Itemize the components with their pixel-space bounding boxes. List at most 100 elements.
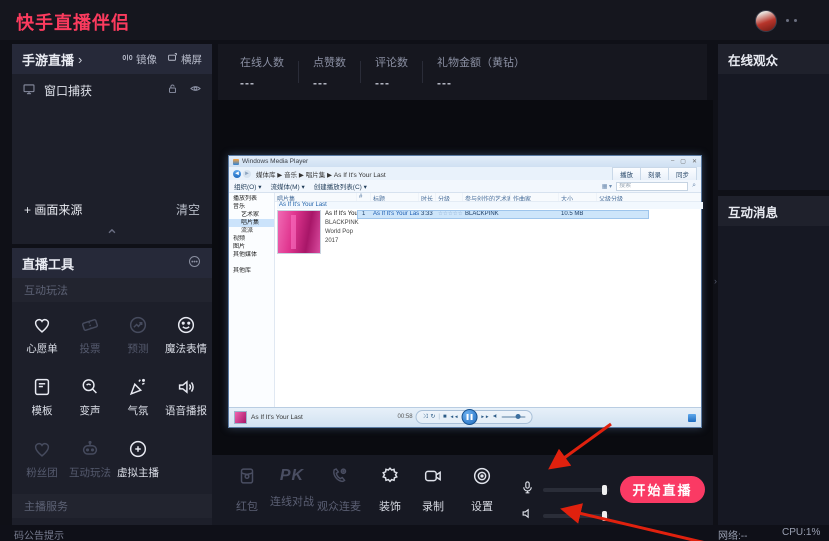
- landscape-label: 横屏: [181, 52, 202, 67]
- search-icon[interactable]: ⌕: [692, 182, 696, 190]
- nav-other-media[interactable]: 其他媒体: [229, 251, 274, 259]
- tool-wishlist[interactable]: 心愿单: [18, 314, 66, 356]
- scene-panel: 手游直播 › 镜像 横屏 窗口捕获 + 画面来源: [12, 44, 212, 244]
- tool-voice-broadcast[interactable]: 语音播报: [162, 376, 210, 418]
- source-item-window-capture[interactable]: 窗口捕获: [12, 74, 212, 106]
- wmp-volume-slider[interactable]: [501, 416, 525, 418]
- header-menu-dot[interactable]: [794, 19, 797, 22]
- nav-pictures[interactable]: 图片: [229, 243, 274, 251]
- col-size[interactable]: 大小: [559, 193, 597, 201]
- chevron-right-icon[interactable]: ›: [78, 52, 82, 67]
- tab-sync[interactable]: 同步: [669, 167, 697, 181]
- nav-other-libraries[interactable]: 其他库: [229, 267, 274, 275]
- mirror-button[interactable]: 镜像: [122, 52, 157, 67]
- album-year: 2017: [325, 238, 338, 244]
- speaker-volume-slider[interactable]: [543, 514, 609, 518]
- col-length[interactable]: 时长: [419, 193, 436, 201]
- col-title[interactable]: 标题: [371, 193, 419, 201]
- track-size: 10.5 MB: [561, 211, 583, 218]
- search-input[interactable]: [616, 182, 688, 191]
- minimize-button[interactable]: –: [671, 158, 674, 165]
- interactive-messages-panel: 互动消息: [718, 196, 829, 525]
- mute-icon[interactable]: [492, 413, 498, 421]
- organize-menu[interactable]: 组织(O) ▾: [234, 181, 261, 191]
- speaker-icon[interactable]: [520, 506, 535, 526]
- maximize-button[interactable]: ▢: [680, 158, 686, 165]
- network-status: 网络:--: [718, 527, 747, 541]
- album-art[interactable]: [277, 210, 321, 254]
- shuffle-button[interactable]: ⤨: [423, 414, 428, 420]
- previous-button[interactable]: ◄◄: [450, 415, 459, 420]
- predict-trend-icon: [127, 314, 149, 336]
- nav-music[interactable]: 音乐: [229, 203, 274, 211]
- clear-sources-button[interactable]: 清空: [176, 201, 200, 218]
- mic-volume-handle[interactable]: [602, 485, 607, 495]
- col-parental-rating[interactable]: 父级分级: [597, 193, 701, 201]
- album-artist: BLACKPINK: [325, 220, 359, 226]
- red-packet-icon: [236, 465, 258, 492]
- close-button[interactable]: ✕: [692, 158, 697, 165]
- live-tools-panel: 直播工具 互动玩法 心愿单 投票 预测 魔法表情: [12, 248, 212, 525]
- col-composer[interactable]: 作曲家: [511, 193, 559, 201]
- user-avatar[interactable]: [755, 10, 777, 32]
- header-menu-dot[interactable]: [786, 19, 789, 22]
- microphone-icon[interactable]: [520, 480, 535, 500]
- tab-burn[interactable]: 刻录: [641, 167, 669, 181]
- tab-play[interactable]: 播放: [612, 167, 641, 181]
- mic-volume-slider[interactable]: [543, 488, 609, 492]
- collapse-panel-chevron[interactable]: ⌃: [12, 226, 212, 244]
- tool-predict[interactable]: 预测: [114, 314, 162, 356]
- nav-album[interactable]: 唱片集: [229, 219, 274, 227]
- list-column-headers: 唱片集 # 标题 时长 分级 参与创作的艺术家 作曲家 大小 父级分级: [275, 193, 701, 202]
- tool-fan-club[interactable]: 粉丝团: [18, 438, 66, 480]
- party-popper-icon: [127, 376, 149, 398]
- tool-virtual-host[interactable]: 虚拟主播: [114, 438, 162, 480]
- tool-template[interactable]: 模板: [18, 376, 66, 418]
- lock-icon[interactable]: [166, 82, 179, 98]
- settings-button[interactable]: 设置: [454, 465, 510, 514]
- repeat-button[interactable]: ↻: [430, 414, 435, 420]
- add-source-button[interactable]: + 画面来源: [24, 201, 82, 218]
- pause-button[interactable]: [462, 409, 478, 425]
- sidebar-collapse-chevron[interactable]: ›: [714, 276, 717, 286]
- audience-call-button[interactable]: 观众连麦: [311, 465, 367, 514]
- more-circle-icon[interactable]: [187, 254, 202, 272]
- nav-artist[interactable]: 艺术家: [229, 211, 274, 219]
- create-playlist-menu[interactable]: 创建播放列表(C) ▾: [314, 181, 367, 191]
- tool-voice-change[interactable]: 变声: [66, 376, 114, 418]
- next-button[interactable]: ►►: [481, 415, 490, 420]
- breadcrumb[interactable]: 媒体库 ▶ 音乐 ▶ 唱片集 ▶ As If It's Your Last: [256, 169, 386, 179]
- speaker-volume-handle[interactable]: [602, 511, 607, 521]
- forward-button[interactable]: ►: [243, 170, 251, 178]
- tool-atmosphere[interactable]: 气氛: [114, 376, 162, 418]
- windows-media-player-window[interactable]: Windows Media Player – ▢ ✕ ◄ ► 媒体库 ▶ 音乐 …: [228, 155, 702, 428]
- nav-genre[interactable]: 流派: [229, 227, 274, 235]
- tool-magic-emoji[interactable]: 魔法表情: [162, 314, 210, 356]
- monitor-icon: [22, 82, 36, 99]
- col-album[interactable]: 唱片集: [275, 193, 357, 201]
- album-genre: World Pop: [325, 229, 353, 235]
- back-button[interactable]: ◄: [233, 170, 241, 178]
- tool-vote[interactable]: 投票: [66, 314, 114, 356]
- wmp-titlebar[interactable]: Windows Media Player – ▢ ✕: [229, 156, 701, 167]
- col-rating[interactable]: 分级: [436, 193, 463, 201]
- mic-volume-row: [520, 480, 609, 500]
- track-rating-stars[interactable]: ☆☆☆☆☆: [438, 211, 463, 218]
- col-number[interactable]: #: [357, 193, 371, 201]
- scene-mode-label[interactable]: 手游直播: [22, 50, 74, 69]
- stop-button[interactable]: ■: [443, 414, 447, 420]
- tool-interactive-play[interactable]: 互动玩法: [66, 438, 114, 480]
- view-options-icon[interactable]: ▦ ▾: [602, 183, 612, 190]
- switch-to-now-playing-button[interactable]: [688, 414, 696, 422]
- stream-menu[interactable]: 流媒体(M) ▾: [270, 181, 304, 191]
- track-row[interactable]: 1 As If It's Your Last 3:33 ☆☆☆☆☆ BLACKP…: [357, 210, 649, 219]
- nav-videos[interactable]: 视频: [229, 235, 274, 243]
- eye-icon[interactable]: [189, 82, 202, 98]
- nav-playlists[interactable]: 播放列表: [229, 195, 274, 203]
- wmp-volume-handle[interactable]: [516, 414, 521, 419]
- album-group-title: As If It's Your Last: [277, 202, 703, 209]
- start-live-button[interactable]: 开始直播: [620, 476, 705, 503]
- landscape-button[interactable]: 横屏: [167, 52, 202, 67]
- record-button[interactable]: 录制: [405, 465, 461, 514]
- col-contributing-artist[interactable]: 参与创作的艺术家: [463, 193, 511, 201]
